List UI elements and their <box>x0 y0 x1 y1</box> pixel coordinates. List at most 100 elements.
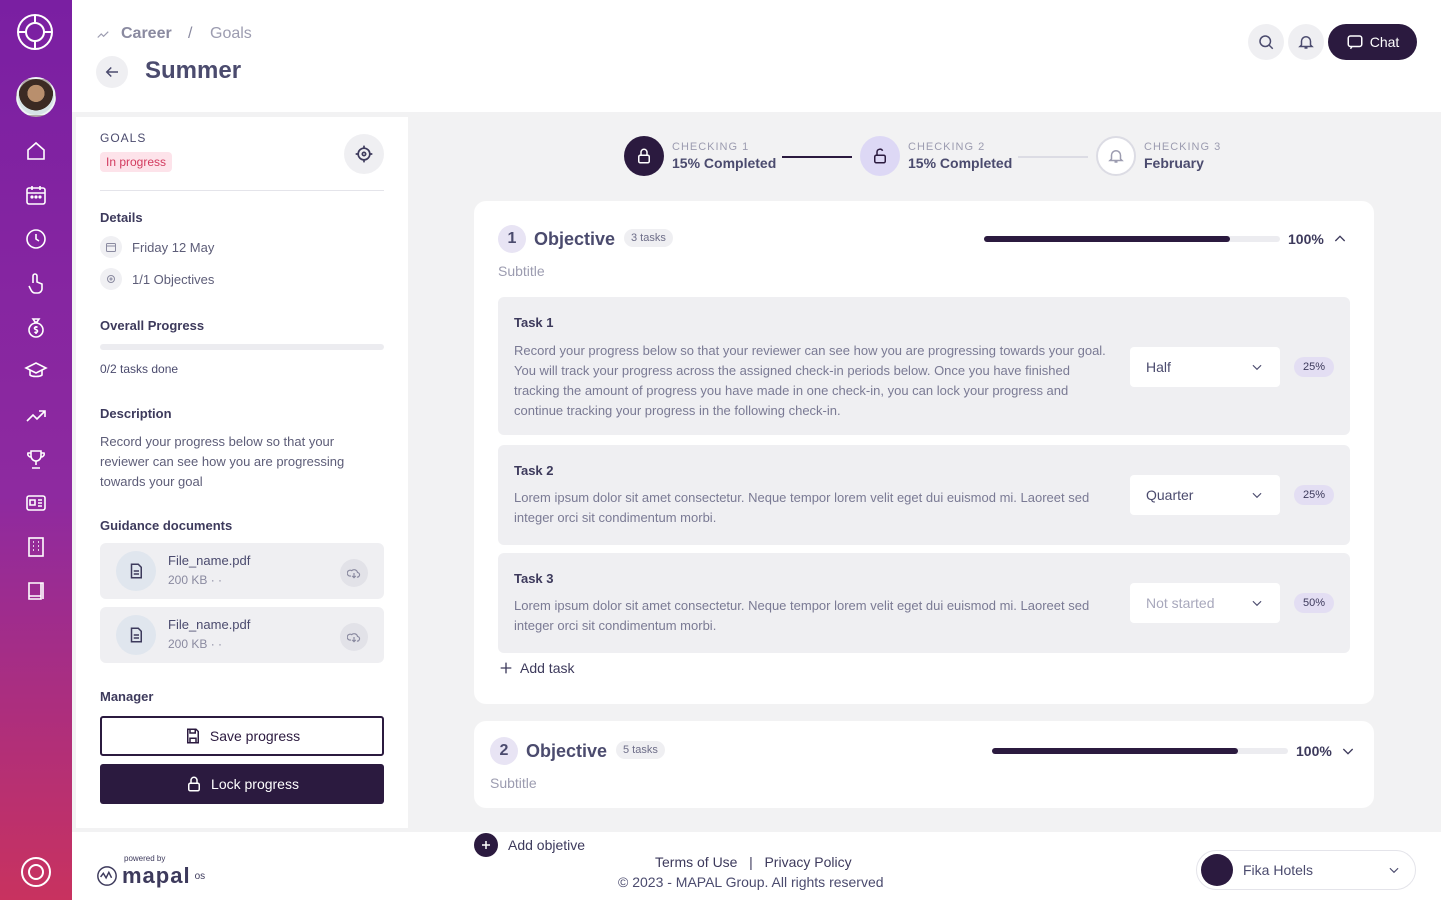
objective-progress-fill <box>984 236 1230 242</box>
calendar-icon[interactable] <box>24 183 48 207</box>
footer: powered by mapal os Terms of Use | Priva… <box>72 832 1441 900</box>
chevron-down-icon[interactable] <box>1340 743 1356 759</box>
task-description: Lorem ipsum dolor sit amet consectetur. … <box>514 490 1090 525</box>
manager-heading: Manager <box>100 689 154 704</box>
chevron-down-icon <box>1252 492 1262 499</box>
chat-label: Chat <box>1369 34 1400 50</box>
step-label: CHECKING 2 <box>908 141 986 153</box>
add-objective-label: Add objetive <box>508 837 586 853</box>
search-button[interactable] <box>1248 24 1284 60</box>
objective-number: 1 <box>498 225 526 253</box>
divider <box>100 190 384 191</box>
file-size: 200 KB · · <box>168 637 223 651</box>
plus-icon <box>474 833 498 857</box>
task-status-select[interactable]: Half <box>1130 347 1280 387</box>
breadcrumb-career[interactable]: Career <box>121 25 172 43</box>
add-objective-button[interactable]: Add objetive <box>474 833 585 857</box>
lock-progress-button[interactable]: Lock progress <box>100 764 384 804</box>
document-icon <box>116 615 156 655</box>
file-card[interactable]: File_name.pdf 200 KB · · <box>100 607 384 663</box>
file-size: 200 KB · · <box>168 573 223 587</box>
objective-progress-bar <box>984 236 1280 242</box>
step-checking-3[interactable]: CHECKING 3 February <box>1096 136 1221 176</box>
app-switch-icon[interactable] <box>20 856 52 888</box>
footer-links: Terms of Use | Privacy Policy <box>655 854 852 870</box>
brand-suffix: os <box>194 870 206 882</box>
trophy-icon[interactable] <box>24 447 48 471</box>
task-status-select[interactable]: Not started <box>1130 583 1280 623</box>
cloud-download-icon[interactable] <box>340 623 368 651</box>
back-button[interactable] <box>96 56 128 88</box>
tasks-count-badge: 3 tasks <box>624 229 673 247</box>
app-logo-icon[interactable] <box>16 13 54 51</box>
company-avatar <box>1201 854 1233 886</box>
target-icon <box>355 145 373 163</box>
news-icon[interactable] <box>24 491 48 515</box>
history-icon[interactable] <box>24 227 48 251</box>
terms-link[interactable]: Terms of Use <box>655 854 737 870</box>
trend-icon <box>96 27 110 46</box>
book-icon[interactable] <box>24 579 48 603</box>
chat-icon <box>1347 35 1363 50</box>
step-checking-2[interactable]: CHECKING 2 15% Completed <box>860 136 1012 176</box>
objective-card: 1 Objective 3 tasks 100% Subtitle Task 1… <box>474 201 1374 704</box>
chevron-down-icon <box>1252 600 1262 607</box>
objective-progress-fill <box>992 748 1238 754</box>
privacy-link[interactable]: Privacy Policy <box>764 854 851 870</box>
avatar[interactable] <box>16 77 56 117</box>
select-value: Quarter <box>1146 487 1194 503</box>
link-separator: | <box>749 854 753 870</box>
objective-title: Objective <box>526 741 608 761</box>
section-label: GOALS <box>100 131 147 145</box>
powered-by-logo: powered by mapal os <box>96 854 205 889</box>
task-title: Task 3 <box>514 571 554 586</box>
save-progress-button[interactable]: Save progress <box>100 716 384 756</box>
target-button[interactable] <box>344 134 384 174</box>
trend-icon[interactable] <box>24 403 48 427</box>
graduation-icon[interactable] <box>24 359 48 383</box>
step-checking-1[interactable]: CHECKING 1 15% Completed <box>624 136 776 176</box>
step-label: CHECKING 3 <box>1144 141 1222 153</box>
chevron-up-icon[interactable] <box>1332 231 1348 247</box>
home-icon[interactable] <box>24 139 48 163</box>
tasks-done-text: 0/2 tasks done <box>100 362 179 376</box>
money-icon[interactable] <box>24 315 48 339</box>
task-status-select[interactable]: Quarter <box>1130 475 1280 515</box>
touch-icon[interactable] <box>24 271 48 295</box>
task-percent-badge: 50% <box>1294 593 1334 613</box>
task-title: Task 2 <box>514 463 554 478</box>
step-connector <box>782 156 852 158</box>
step-label: CHECKING 1 <box>672 141 750 153</box>
add-task-button[interactable]: Add task <box>498 660 574 676</box>
description-heading: Description <box>100 406 172 421</box>
lock-icon <box>188 776 201 792</box>
chat-button[interactable]: Chat <box>1328 24 1417 60</box>
objective-percent: 100% <box>1296 743 1332 759</box>
brand-name: mapal <box>122 863 191 888</box>
notifications-button[interactable] <box>1288 24 1324 60</box>
document-icon <box>116 551 156 591</box>
overall-progress-heading: Overall Progress <box>100 318 205 333</box>
status-badge: In progress <box>100 152 173 172</box>
file-card[interactable]: File_name.pdf 200 KB · · <box>100 543 384 599</box>
goal-detail-panel: GOALS In progress Details Friday 12 May … <box>76 117 408 828</box>
building-icon[interactable] <box>24 535 48 559</box>
step-connector <box>1018 156 1088 158</box>
cloud-download-icon[interactable] <box>340 559 368 587</box>
plus-icon <box>500 662 512 674</box>
save-icon <box>186 728 199 744</box>
page-title: Summer <box>145 57 242 84</box>
calendar-icon <box>100 236 122 258</box>
company-select[interactable]: Fika Hotels <box>1196 850 1416 890</box>
overall-progress-bar <box>100 344 384 350</box>
description-text: Record your progress below so that your … <box>100 434 345 489</box>
objective-title: Objective <box>534 229 616 249</box>
objectives-row: 1/1 Objectives <box>100 268 214 290</box>
file-name: File_name.pdf <box>168 617 251 632</box>
copyright: © 2023 - MAPAL Group. All rights reserve… <box>618 874 884 890</box>
target-icon <box>100 268 122 290</box>
step-value: February <box>1144 155 1204 171</box>
task-title: Task 1 <box>514 315 554 330</box>
mapal-logo-icon <box>97 866 117 886</box>
task-percent-badge: 25% <box>1294 357 1334 377</box>
